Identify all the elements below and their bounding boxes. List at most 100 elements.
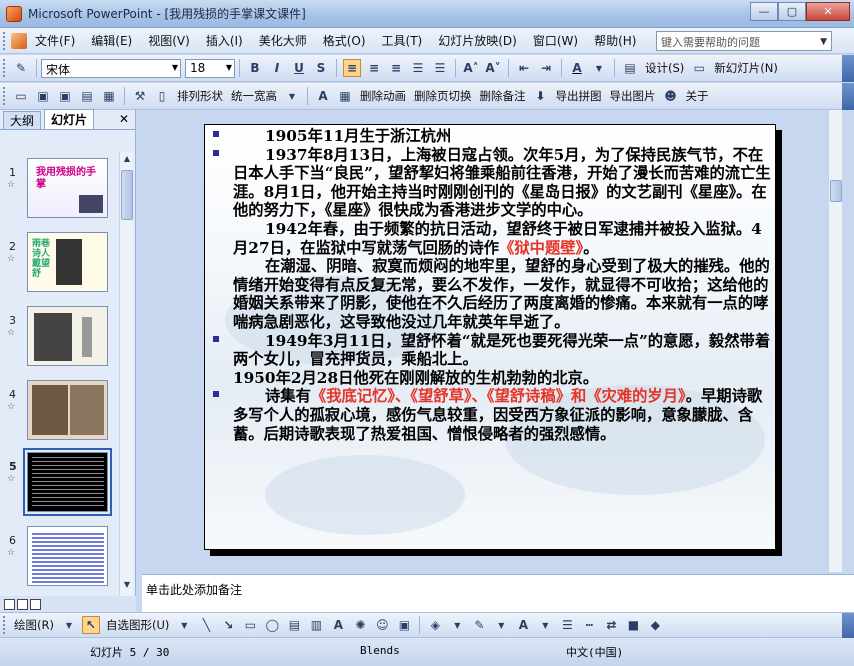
chevron-down-icon[interactable]: ▼ (448, 616, 466, 634)
chevron-down-icon[interactable]: ▼ (536, 616, 554, 634)
toolbar-grip[interactable] (3, 59, 7, 77)
current-slide[interactable]: 1905年11月生于浙江杭州 1937年8月13日，上海被日寇占领。次年5月，为… (204, 124, 776, 550)
user-icon[interactable]: ☻ (662, 87, 680, 105)
menu-insert[interactable]: 插入(I) (198, 32, 251, 49)
font-color-icon[interactable]: A (514, 616, 532, 634)
menu-help[interactable]: 帮助(H) (586, 32, 644, 49)
fill-color-icon[interactable]: ◈ (426, 616, 444, 634)
clipart-icon[interactable]: ☺ (373, 616, 391, 634)
scroll-up-icon[interactable]: ▲ (121, 154, 133, 168)
numbered-list-icon[interactable]: ☰ (409, 59, 427, 77)
chevron-down-icon[interactable]: ▼ (60, 616, 78, 634)
menu-edit[interactable]: 编辑(E) (83, 32, 140, 49)
slide-thumbnail-3[interactable] (27, 306, 108, 366)
slide-thumbnail-4[interactable] (27, 380, 108, 440)
increase-font-icon[interactable]: A˄ (462, 59, 480, 77)
new-doc-icon[interactable]: ▭ (12, 87, 30, 105)
scroll-thumb[interactable] (830, 180, 842, 202)
increase-indent-icon[interactable]: ⇥ (537, 59, 555, 77)
line-icon[interactable]: ╲ (197, 616, 215, 634)
slide-thumbnail-5[interactable] (23, 448, 112, 516)
chevron-down-icon[interactable]: ▼ (820, 37, 827, 47)
page-icon[interactable]: ▯ (153, 87, 171, 105)
slide-thumbnail-2[interactable]: 雨巷诗人 戴望舒 (27, 232, 108, 292)
shadow-button[interactable]: S (312, 59, 330, 77)
toolbar-options-icon[interactable] (842, 55, 854, 82)
menu-window[interactable]: 窗口(W) (525, 32, 586, 49)
document-icon[interactable] (11, 32, 27, 49)
vertical-textbox-icon[interactable]: ▥ (307, 616, 325, 634)
layout-icon[interactable]: ▤ (78, 87, 96, 105)
font-name-select[interactable]: 宋体 ▼ (41, 58, 181, 78)
menu-format[interactable]: 格式(O) (315, 32, 374, 49)
slide-scrollbar[interactable] (828, 110, 842, 572)
delete-animation-button[interactable]: 删除动画 (356, 88, 410, 104)
toolbar-grip[interactable] (3, 87, 7, 105)
menu-view[interactable]: 视图(V) (140, 32, 198, 49)
menu-beautify[interactable]: 美化大师 (251, 32, 315, 49)
menu-tools[interactable]: 工具(T) (374, 32, 431, 49)
draw-menu-button[interactable]: 绘图(R) (10, 617, 58, 633)
export-collage-button[interactable]: 导出拼图 (552, 88, 606, 104)
chevron-down-icon[interactable]: ▼ (590, 59, 608, 77)
format-painter-icon[interactable]: ✎ (12, 59, 30, 77)
autoshapes-button[interactable]: 自选图形(U) (102, 617, 173, 633)
chevron-down-icon[interactable]: ▼ (175, 616, 193, 634)
bullet-list-icon[interactable]: ☰ (431, 59, 449, 77)
toolbar-options-icon[interactable] (842, 83, 854, 110)
grid-icon[interactable]: ▦ (100, 87, 118, 105)
text-tool-icon[interactable]: A (314, 87, 332, 105)
scroll-thumb[interactable] (121, 170, 133, 220)
uniform-size-button[interactable]: 统一宽高 (227, 88, 281, 104)
normal-view-icon[interactable] (4, 598, 15, 610)
export-icon[interactable]: ⬇ (532, 87, 550, 105)
diagram-icon[interactable]: ✺ (351, 616, 369, 634)
line-color-icon[interactable]: ✎ (470, 616, 488, 634)
maximize-button[interactable]: ▢ (778, 2, 806, 21)
italic-button[interactable]: I (268, 59, 286, 77)
shadow-style-icon[interactable]: ■ (624, 616, 642, 634)
font-size-select[interactable]: 18 ▼ (185, 58, 235, 78)
design-button[interactable]: 设计(S) (641, 60, 688, 76)
tab-outline[interactable]: 大纲 (3, 111, 42, 129)
delete-transition-button[interactable]: 删除页切换 (410, 88, 476, 104)
new-slide-button[interactable]: 新幻灯片(N) (710, 60, 782, 76)
decrease-indent-icon[interactable]: ⇤ (515, 59, 533, 77)
close-icon[interactable]: ✕ (119, 112, 129, 126)
slide-thumbnail-1[interactable]: 我用残损的手掌 (27, 158, 108, 218)
table-icon[interactable]: ▦ (336, 87, 354, 105)
wordart-icon[interactable]: A (329, 616, 347, 634)
menubar-grip[interactable] (3, 31, 7, 50)
insert-picture-icon[interactable]: ▣ (395, 616, 413, 634)
about-button[interactable]: 关于 (682, 88, 713, 104)
toolbar-options-icon[interactable] (842, 613, 854, 639)
delete-notes-button[interactable]: 删除备注 (476, 88, 530, 104)
bold-button[interactable]: B (246, 59, 264, 77)
align-left-icon[interactable]: ≡ (343, 59, 361, 77)
line-style-icon[interactable]: ☰ (558, 616, 576, 634)
arrow-icon[interactable]: ↘ (219, 616, 237, 634)
slide-body-text[interactable]: 1905年11月生于浙江杭州 1937年8月13日，上海被日寇占领。次年5月，为… (211, 127, 775, 443)
underline-button[interactable]: U (290, 59, 308, 77)
menu-file[interactable]: 文件(F) (27, 32, 83, 49)
rectangle-icon[interactable]: ▭ (241, 616, 259, 634)
export-image-button[interactable]: 导出图片 (606, 88, 660, 104)
help-search-input[interactable]: 键入需要帮助的问题 ▼ (656, 31, 832, 51)
menu-slideshow[interactable]: 幻灯片放映(D) (430, 32, 525, 49)
arrow-style-icon[interactable]: ⇄ (602, 616, 620, 634)
textbox-icon[interactable]: ▤ (285, 616, 303, 634)
slide-sorter-icon[interactable] (17, 598, 28, 610)
toolbar-grip[interactable] (3, 616, 7, 634)
decrease-font-icon[interactable]: A˅ (484, 59, 502, 77)
slideshow-icon[interactable] (30, 598, 41, 610)
picture-icon[interactable]: ▣ (56, 87, 74, 105)
arrange-shapes-button[interactable]: 排列形状 (173, 88, 227, 104)
select-arrow-icon[interactable]: ↖ (81, 616, 100, 634)
scroll-down-icon[interactable]: ▼ (121, 580, 133, 594)
notes-pane[interactable]: 单击此处添加备注 (142, 574, 854, 612)
powerpoint-app-icon[interactable] (6, 5, 22, 22)
font-color-icon[interactable]: A (568, 59, 586, 77)
dash-style-icon[interactable]: ┅ (580, 616, 598, 634)
oval-icon[interactable]: ◯ (263, 616, 281, 634)
align-right-icon[interactable]: ≡ (387, 59, 405, 77)
